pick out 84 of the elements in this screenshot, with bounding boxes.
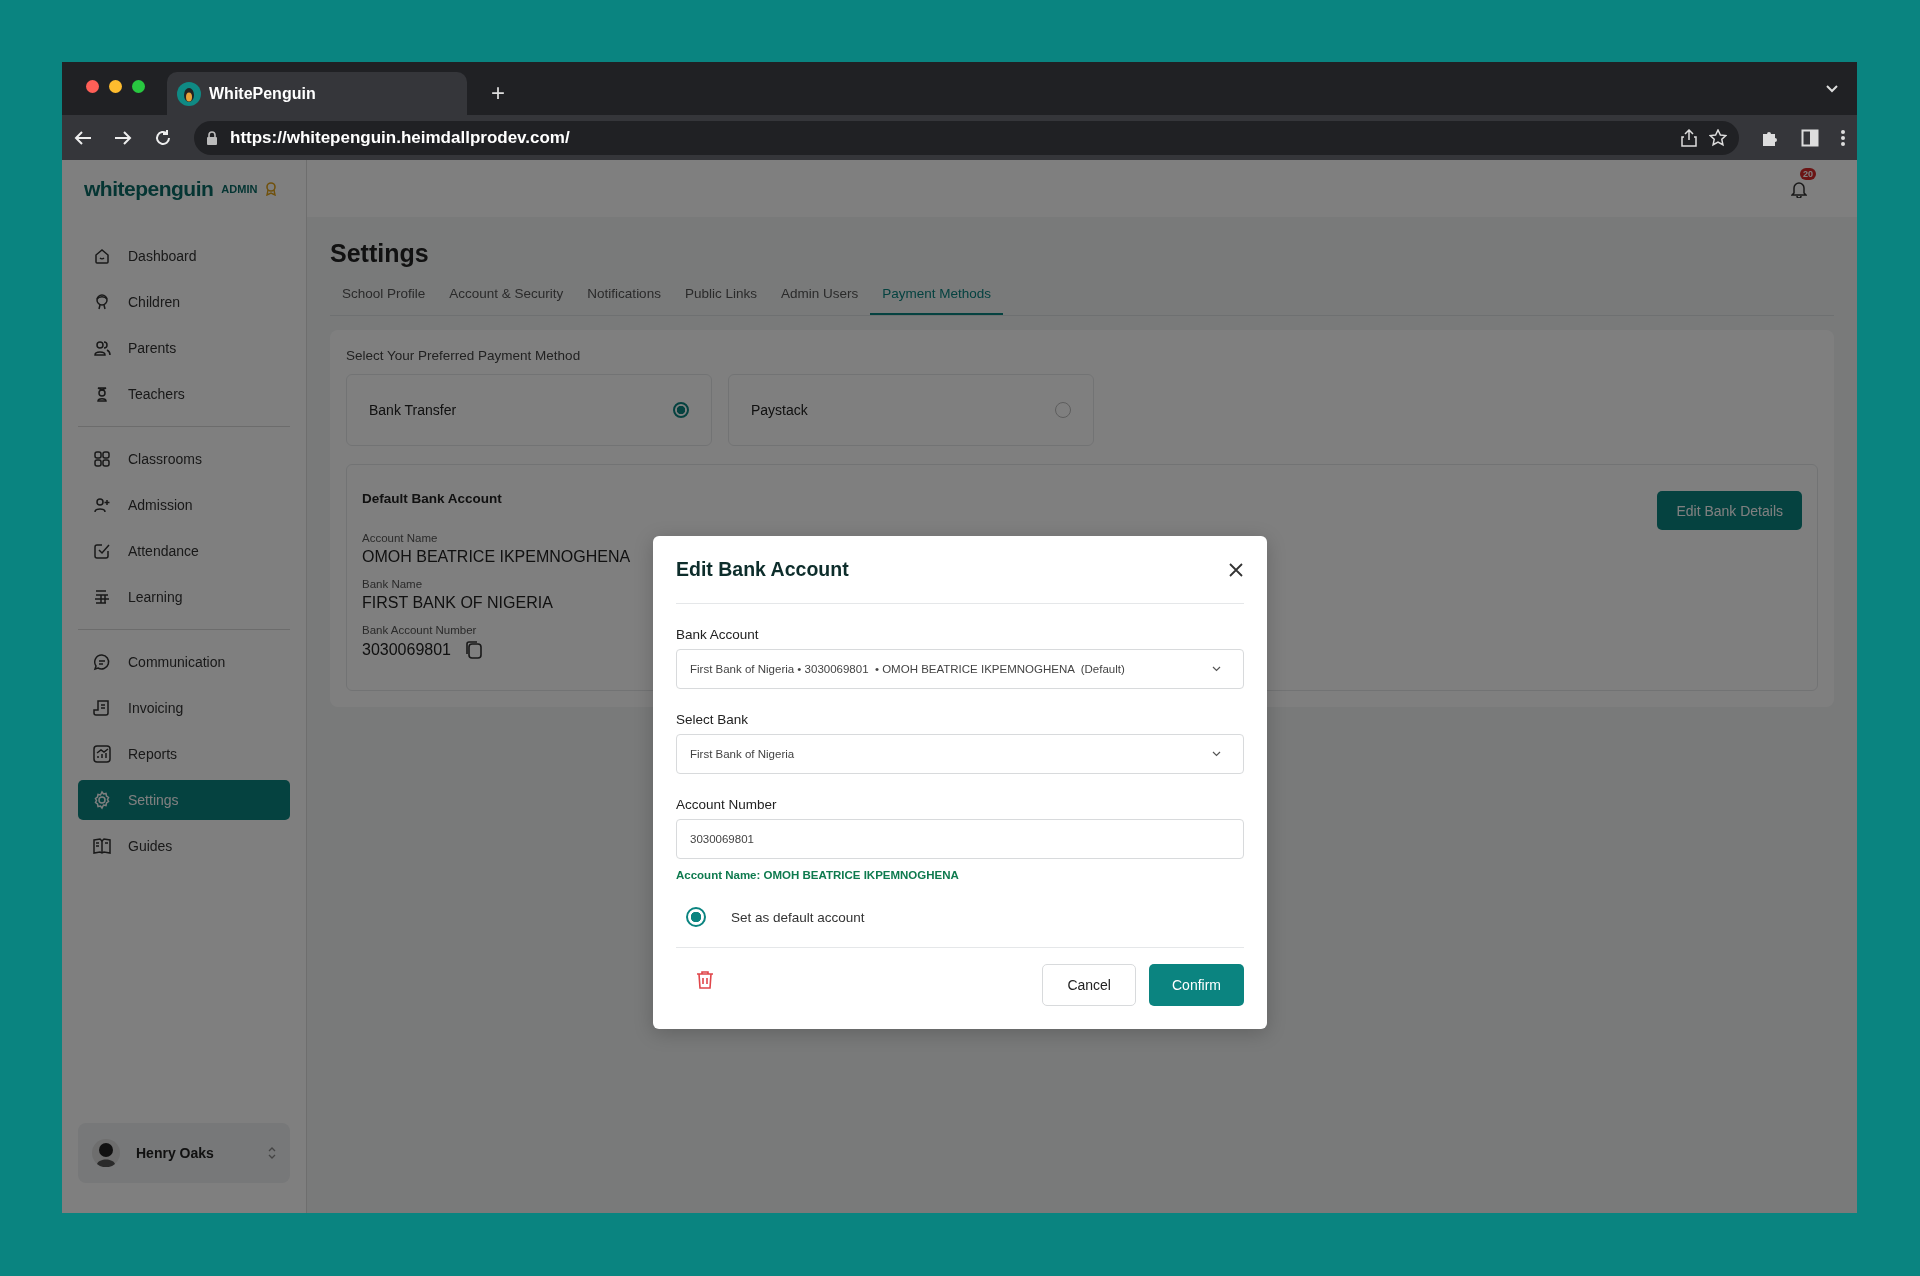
bell-icon[interactable] xyxy=(1791,179,1807,198)
sidebar-item[interactable]: Attendance xyxy=(78,531,290,571)
maximize-window-icon[interactable] xyxy=(132,80,145,93)
select-field[interactable]: First Bank of Nigeria xyxy=(676,734,1244,774)
payment-method-option[interactable]: Bank Transfer xyxy=(346,374,712,446)
copy-icon[interactable] xyxy=(465,640,483,660)
close-window-icon[interactable] xyxy=(86,80,99,93)
chevron-down-icon[interactable] xyxy=(1825,83,1839,94)
settings-tab[interactable]: Public Links xyxy=(672,286,769,315)
sidebar-item[interactable]: Reports xyxy=(78,734,290,774)
sidebar-item[interactable]: Children xyxy=(78,282,290,322)
account-name-note: Account Name: OMOH BEATRICE IKPEMNOGHENA xyxy=(676,869,960,881)
sidebar-item[interactable]: Communication xyxy=(78,642,290,682)
share-icon[interactable] xyxy=(1681,128,1697,147)
sidebar-item[interactable]: Learning xyxy=(78,577,290,617)
settings-tab[interactable]: Notifications xyxy=(575,286,673,315)
lock-icon xyxy=(206,130,218,145)
book-icon xyxy=(92,836,112,856)
new-tab-button[interactable]: + xyxy=(491,78,505,107)
chevron-down-icon xyxy=(1212,666,1221,672)
dialog-title: Edit Bank Account xyxy=(676,558,849,581)
confirm-button[interactable]: Confirm xyxy=(1149,964,1244,1006)
reload-icon[interactable] xyxy=(154,128,172,147)
sidebar-item[interactable]: Dashboard xyxy=(78,236,290,276)
sidebar-item[interactable]: Invoicing xyxy=(78,688,290,728)
penguin-icon xyxy=(177,81,201,106)
delete-icon[interactable] xyxy=(696,970,714,990)
side-panel-icon[interactable] xyxy=(1801,128,1819,147)
edit-bank-details-button[interactable]: Edit Bank Details xyxy=(1657,491,1802,530)
field-label: Bank Account Number xyxy=(362,624,478,636)
radio-button[interactable] xyxy=(686,907,706,927)
people-icon xyxy=(92,338,112,358)
chevron-down-icon xyxy=(1212,751,1221,757)
avatar-icon xyxy=(92,1139,120,1167)
receipt-icon xyxy=(92,698,112,718)
browser-tab[interactable]: WhitePenguin xyxy=(167,72,467,115)
back-icon[interactable] xyxy=(74,129,92,146)
forward-icon[interactable] xyxy=(114,129,132,146)
field-value: FIRST BANK OF NIGERIA xyxy=(362,594,553,612)
grid-icon xyxy=(92,449,112,469)
settings-tab[interactable]: Admin Users xyxy=(768,286,871,315)
expand-icon xyxy=(268,1147,276,1159)
role-label: ADMIN xyxy=(221,183,258,195)
sidebar-item[interactable]: Guides xyxy=(78,826,290,866)
sidebar-item[interactable]: Admission xyxy=(78,485,290,525)
house-icon xyxy=(92,246,112,266)
checkbox-icon xyxy=(92,541,112,561)
select-field[interactable]: First Bank of Nigeria • 3030069801 • OMOH BEATRICE IKPEMNOGHENA (Default) xyxy=(676,649,1244,689)
field-label: Account Name xyxy=(362,532,439,544)
close-icon[interactable] xyxy=(1228,561,1244,578)
page-title: Settings xyxy=(330,239,430,268)
radio-button[interactable] xyxy=(673,402,689,418)
settings-tab[interactable]: School Profile xyxy=(330,286,438,315)
field-value: OMOH BEATRICE IKPEMNOGHENA xyxy=(362,548,631,566)
lines-icon xyxy=(92,587,112,607)
section-heading: Select Your Preferred Payment Method xyxy=(346,348,582,363)
award-icon xyxy=(265,182,278,196)
field-label: Select Bank xyxy=(676,712,750,727)
field-label: Bank Account xyxy=(676,627,760,642)
minimize-window-icon[interactable] xyxy=(109,80,122,93)
settings-tab[interactable]: Payment Methods xyxy=(870,286,1004,315)
field-value: 3030069801 xyxy=(362,641,451,659)
card-title: Default Bank Account xyxy=(362,491,503,506)
brand-logo: whitepenguin xyxy=(84,177,214,201)
sidebar-item[interactable]: Teachers xyxy=(78,374,290,414)
settings-tab[interactable]: Account & Security xyxy=(437,286,576,315)
field-label: Bank Name xyxy=(362,578,424,590)
more-icon[interactable] xyxy=(1841,128,1845,147)
user-menu[interactable]: Henry Oaks xyxy=(78,1123,290,1183)
chat-icon xyxy=(92,652,112,672)
settings-icon xyxy=(92,790,112,810)
star-icon[interactable] xyxy=(1709,128,1727,147)
default-account-option[interactable]: Set as default account xyxy=(686,905,1244,929)
chart-icon xyxy=(92,744,112,764)
address-bar[interactable]: https://whitepenguin.heimdallprodev.com/ xyxy=(194,120,1739,155)
sidebar-item[interactable]: Parents xyxy=(78,328,290,368)
sidebar-item[interactable]: Classrooms xyxy=(78,439,290,479)
person-add-icon xyxy=(92,495,112,515)
cancel-button[interactable]: Cancel xyxy=(1042,964,1136,1006)
input-field[interactable]: 3030069801 xyxy=(676,819,1244,859)
payment-method-option[interactable]: Paystack xyxy=(728,374,1094,446)
notification-badge: 20 xyxy=(1800,167,1816,180)
field-label: Account Number xyxy=(676,797,778,812)
sidebar-item[interactable]: Settings xyxy=(78,780,290,820)
